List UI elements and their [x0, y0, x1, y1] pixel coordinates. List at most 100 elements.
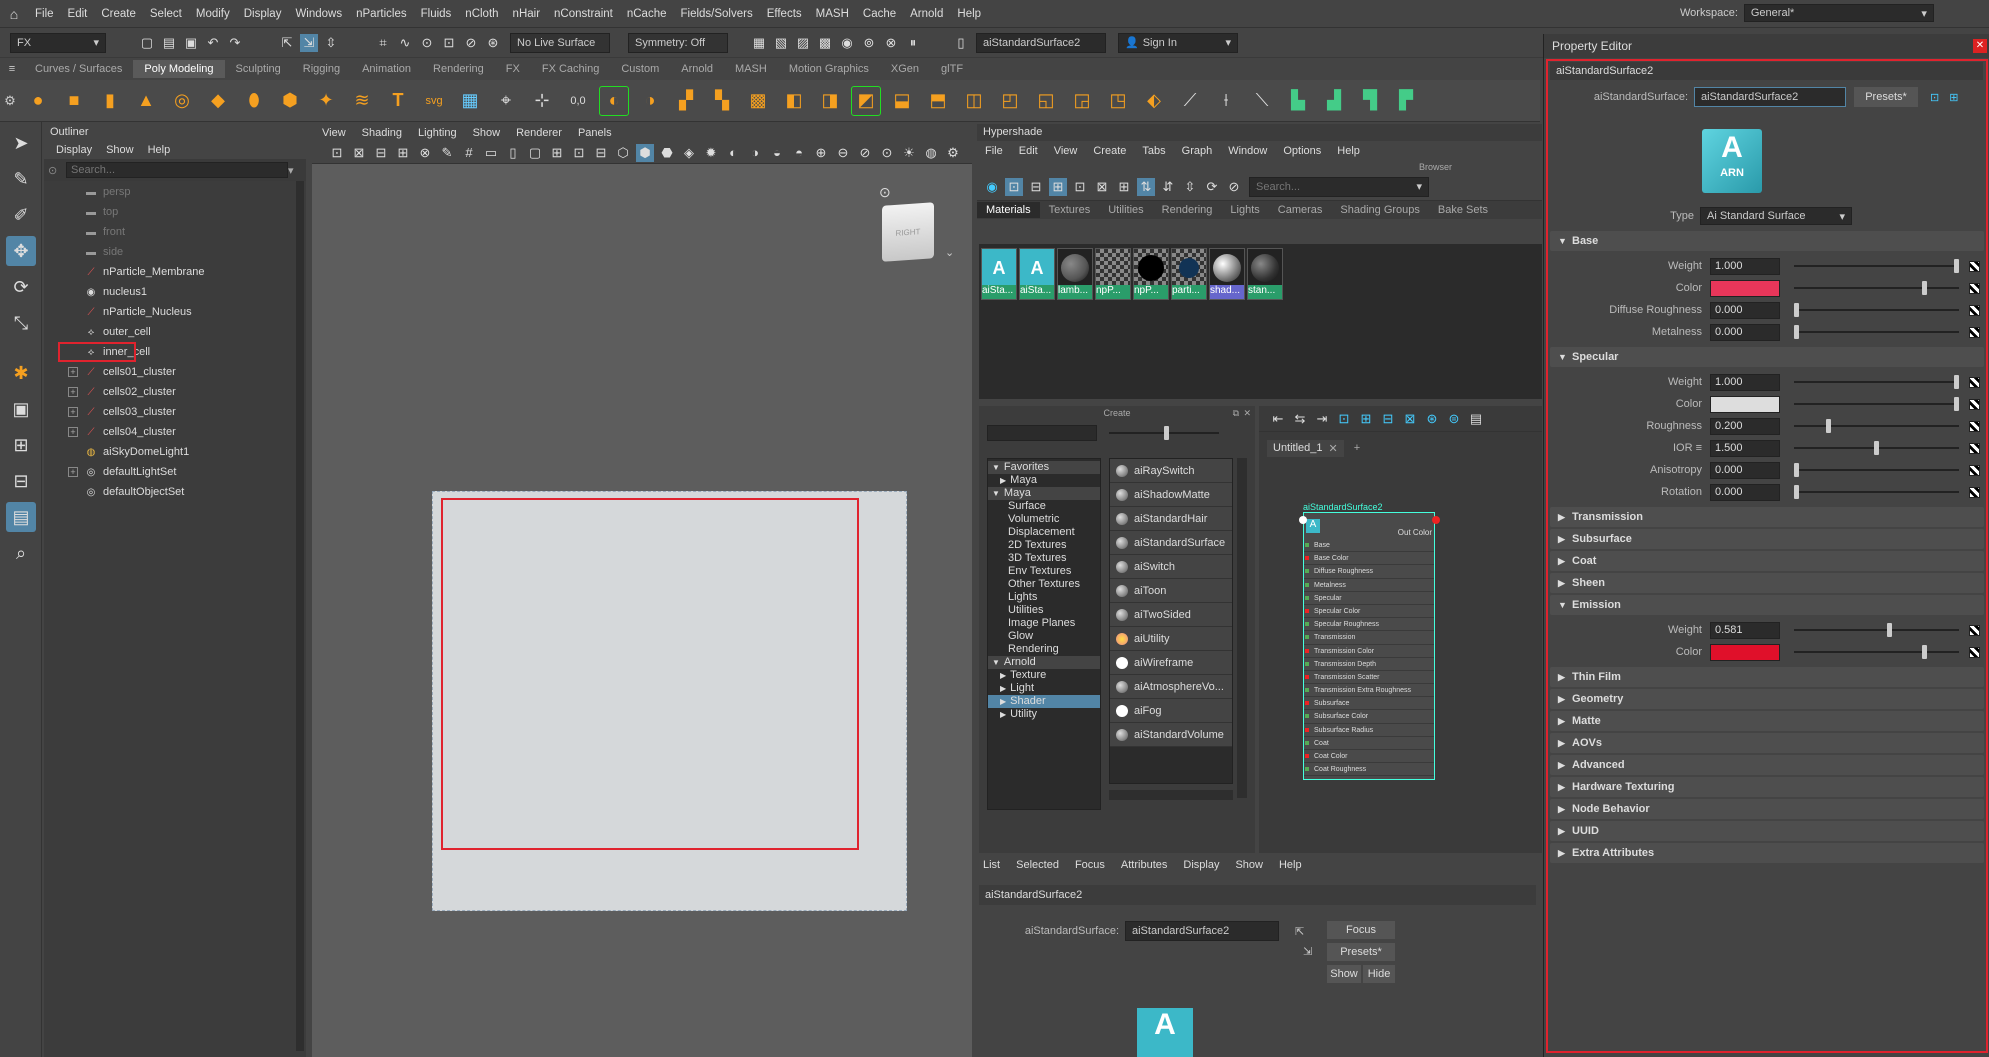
browser-search-input[interactable] — [1256, 180, 1417, 193]
poly-torus-icon[interactable]: ◎ — [167, 86, 197, 116]
shelf-tab-curves-surfaces[interactable]: Curves / Surfaces — [24, 60, 133, 78]
menu-mash[interactable]: MASH — [809, 8, 856, 20]
outliner-item[interactable]: ⟋ nParticle_Membrane — [44, 262, 306, 282]
menu-display[interactable]: Display — [237, 8, 289, 20]
graph-port[interactable]: Transmission Depth — [1304, 658, 1434, 671]
browser-search[interactable]: ▾ — [1249, 176, 1429, 197]
material-swatch[interactable]: parti... — [1171, 248, 1207, 300]
new-scene-icon[interactable]: ▢ — [138, 34, 156, 52]
motion-blur-icon[interactable]: ◒ — [768, 144, 786, 162]
poly-cube-icon[interactable]: ■ — [59, 86, 89, 116]
create-tree-item[interactable]: Utilities — [988, 604, 1100, 617]
create-tree-item[interactable]: Env Textures — [988, 565, 1100, 578]
undo-icon[interactable]: ↶ — [204, 34, 222, 52]
ae-menu-selected[interactable]: Selected — [1016, 859, 1059, 871]
outliner-item[interactable]: ▬ side — [44, 242, 306, 262]
menu-ncloth[interactable]: nCloth — [458, 8, 505, 20]
redo-icon[interactable]: ↷ — [226, 34, 244, 52]
slider-handle[interactable] — [1954, 259, 1959, 273]
section-specular[interactable]: ▼ Specular — [1550, 347, 1984, 367]
create-node-item[interactable]: aiToon — [1110, 579, 1232, 603]
multi-cut-icon[interactable]: ◲ — [1067, 86, 1097, 116]
attribute-slider[interactable] — [1794, 397, 1959, 411]
material-swatch[interactable]: shad... — [1209, 248, 1245, 300]
viewport-menu-shading[interactable]: Shading — [362, 127, 402, 139]
name-field[interactable]: aiStandardSurface2 — [976, 32, 1106, 53]
pause-icon[interactable]: ⏸ — [904, 34, 922, 52]
workspace-dropdown[interactable]: General* ▾ — [1743, 4, 1934, 22]
grid-icon[interactable]: # — [460, 144, 478, 162]
viewport-menu-view[interactable]: View — [322, 127, 346, 139]
menu-modify[interactable]: Modify — [189, 8, 237, 20]
map-texture-icon[interactable] — [1969, 260, 1980, 272]
copy-tab-icon[interactable]: ⇲ — [1303, 945, 1312, 958]
combine-icon[interactable]: ◐ — [599, 85, 629, 116]
browser-tab-rendering[interactable]: Rendering — [1153, 202, 1222, 218]
attribute-value-field[interactable]: 0.000 — [1710, 323, 1780, 341]
chevron-down-icon[interactable]: ⌄ — [945, 246, 954, 259]
attribute-slider[interactable] — [1794, 419, 1959, 433]
frame-all-icon[interactable]: ⊡ — [1335, 410, 1353, 428]
create-node-item[interactable]: aiFog — [1110, 699, 1232, 723]
snap-grid-icon[interactable]: ⌗ — [374, 34, 392, 52]
outliner-item[interactable]: ◍ aiSkyDomeLight1 — [44, 442, 306, 462]
viewport-menu-show[interactable]: Show — [473, 127, 501, 139]
graph-port[interactable]: Specular Color — [1304, 605, 1434, 619]
menu-cache[interactable]: Cache — [856, 8, 903, 20]
shelf-tab-fx[interactable]: FX — [495, 60, 531, 78]
create-tree-item[interactable]: Surface — [988, 500, 1100, 513]
node-list-scrollbar[interactable] — [1237, 458, 1247, 798]
attribute-value-field[interactable]: 1.500 — [1710, 439, 1780, 457]
shelf-menu-icon[interactable]: ≡ — [0, 63, 24, 75]
smooth-shade-icon[interactable]: ⬢ — [636, 143, 654, 162]
attr-editor-node-field[interactable]: aiStandardSurface2 — [1125, 921, 1279, 941]
bevel-icon[interactable]: ⬒ — [923, 86, 953, 116]
smooth-icon[interactable]: ▞ — [671, 86, 701, 116]
color-management-icon[interactable]: ⚙ — [944, 144, 962, 162]
type-dropdown[interactable]: Ai Standard Surface ▾ — [1700, 207, 1852, 225]
move-tool-icon[interactable]: ✥ — [6, 236, 36, 266]
menu-file[interactable]: File — [28, 8, 61, 20]
map-texture-icon[interactable] — [1969, 486, 1980, 498]
menu-select[interactable]: Select — [143, 8, 189, 20]
shelf-tab-custom[interactable]: Custom — [610, 60, 670, 78]
menuset-dropdown[interactable]: FX ▾ — [10, 32, 106, 53]
create-node-item[interactable]: aiSwitch — [1110, 555, 1232, 579]
slider-handle[interactable] — [1922, 645, 1927, 659]
show-button[interactable]: Show — [1327, 965, 1361, 983]
save-scene-icon[interactable]: ▣ — [182, 34, 200, 52]
svg-tool-icon[interactable]: svg — [419, 86, 449, 116]
ambient-occlusion-icon[interactable]: ◑ — [746, 144, 764, 162]
xray-joints-icon[interactable]: ⊘ — [856, 144, 874, 162]
shelf-tab-xgen[interactable]: XGen — [880, 60, 930, 78]
anti-alias-icon[interactable]: ◓ — [790, 144, 808, 162]
resolution-gate-icon[interactable]: ▯ — [504, 144, 522, 162]
create-tree-item[interactable]: ▶ Shader — [988, 695, 1100, 708]
outliner-item[interactable]: ⟋ nParticle_Nucleus — [44, 302, 306, 322]
create-tree-item[interactable]: ▼ Maya — [988, 487, 1100, 500]
section-hardware-texturing[interactable]: ▶ Hardware Texturing — [1550, 777, 1984, 797]
close-icon[interactable]: ✕ — [1329, 442, 1338, 455]
safe-title-icon[interactable]: ⊟ — [592, 144, 610, 162]
section-thin-film[interactable]: ▶ Thin Film — [1550, 667, 1984, 687]
shelf-tab-fx-caching[interactable]: FX Caching — [531, 60, 610, 78]
section-matte[interactable]: ▶ Matte — [1550, 711, 1984, 731]
shelf-tab-motion-graphics[interactable]: Motion Graphics — [778, 60, 880, 78]
exposure-icon[interactable]: ☀ — [900, 144, 918, 162]
create-tree-item[interactable]: Volumetric — [988, 513, 1100, 526]
graph-node[interactable]: A Out Color Base Base Color Diffuse Roughn… — [1303, 512, 1435, 780]
make-live-icon[interactable]: ⊛ — [484, 34, 502, 52]
graph-port[interactable]: Transmission Color — [1304, 645, 1434, 658]
platonic-solid-icon[interactable]: ⬢ — [275, 86, 305, 116]
outliner-item[interactable]: + ⟋ cells04_cluster — [44, 422, 306, 442]
graph-port[interactable]: Coat Roughness — [1304, 763, 1434, 777]
uv-auto-icon[interactable]: ▛ — [1391, 86, 1421, 116]
material-swatch[interactable]: lamb... — [1057, 248, 1093, 300]
lasso-tool-icon[interactable]: ✎ — [6, 164, 36, 194]
outliner-menu-display[interactable]: Display — [56, 144, 92, 156]
select-by-component-icon[interactable]: ⇳ — [322, 34, 340, 52]
remesh-icon[interactable]: ◨ — [815, 86, 845, 116]
create-tree-item[interactable]: Rendering — [988, 643, 1100, 656]
open-scene-icon[interactable]: ▤ — [160, 34, 178, 52]
append-icon[interactable]: ◰ — [995, 86, 1025, 116]
